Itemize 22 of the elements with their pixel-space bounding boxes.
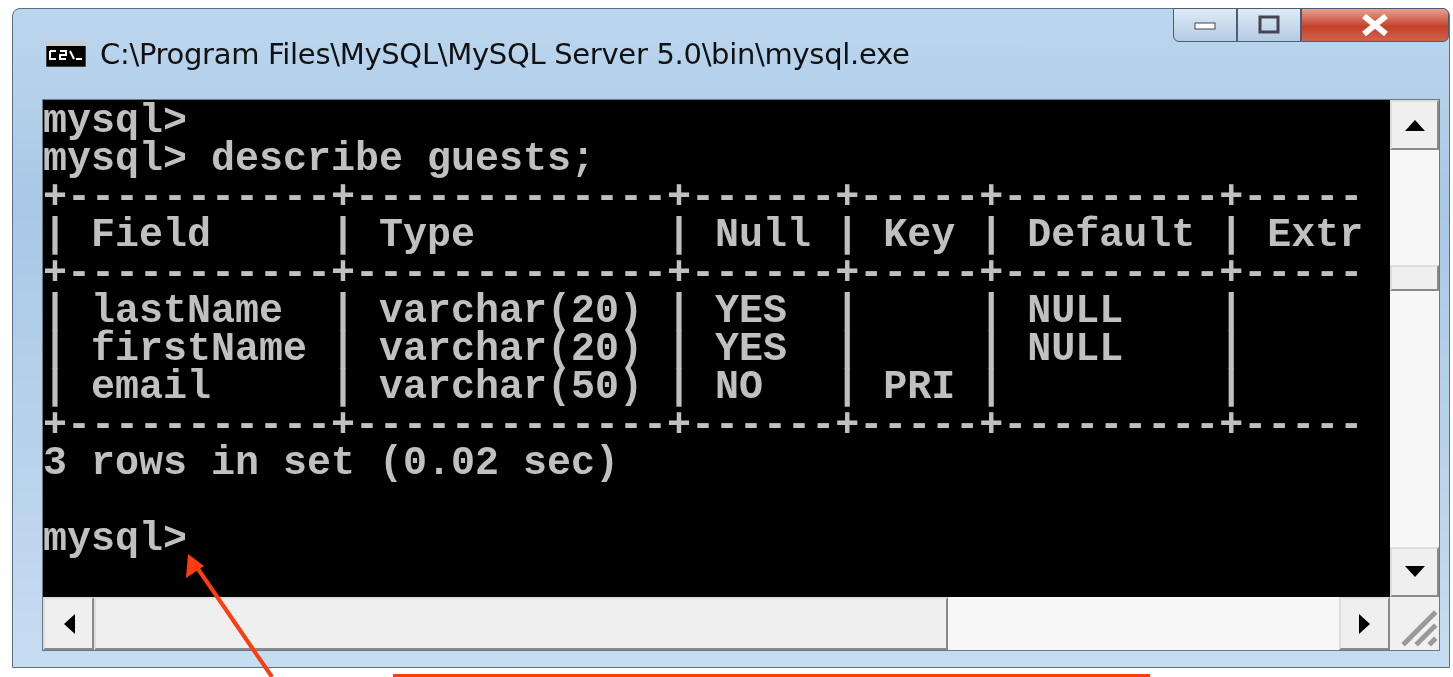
close-button[interactable] xyxy=(1301,8,1449,42)
scroll-up-button[interactable] xyxy=(1390,100,1439,150)
up-triangle-icon xyxy=(1404,119,1425,131)
maximize-button[interactable] xyxy=(1237,8,1301,42)
console-line: mysql> xyxy=(43,517,188,562)
scroll-thumb[interactable] xyxy=(94,597,948,650)
down-triangle-icon xyxy=(1404,566,1425,578)
scroll-down-button[interactable] xyxy=(1390,547,1439,597)
console-line: 3 rows in set (0.02 sec) xyxy=(43,441,620,486)
right-triangle-icon xyxy=(1358,613,1371,634)
left-triangle-icon xyxy=(62,613,75,634)
console-icon xyxy=(46,41,86,67)
maximize-icon xyxy=(1257,15,1281,35)
window-title: C:\Program Files\MySQL\MySQL Server 5.0\bin\mysql.exe xyxy=(100,37,910,71)
resize-grip-icon[interactable] xyxy=(1390,597,1439,650)
minimize-icon xyxy=(1193,19,1217,31)
minimize-button[interactable] xyxy=(1173,8,1237,42)
horizontal-scrollbar[interactable] xyxy=(43,597,1390,650)
scroll-thumb[interactable] xyxy=(1390,265,1439,291)
scroll-left-button[interactable] xyxy=(43,597,94,650)
scroll-right-button[interactable] xyxy=(1339,597,1390,650)
vertical-scrollbar[interactable] xyxy=(1390,100,1439,597)
